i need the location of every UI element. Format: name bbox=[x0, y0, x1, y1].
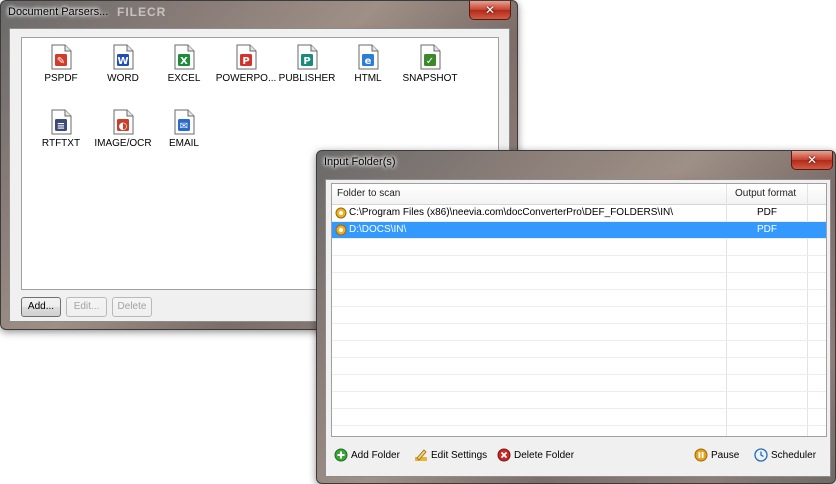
grid-header: Folder to scan Output format bbox=[332, 184, 826, 205]
parser-label: POWERPO... bbox=[215, 73, 277, 84]
empty-row bbox=[332, 358, 826, 375]
email-doc-icon: ✉ bbox=[174, 109, 195, 135]
rtftxt-doc-icon: ≡ bbox=[51, 109, 72, 135]
parser-label: EMAIL bbox=[168, 138, 199, 149]
folder-toolbar: Add Folder Edit Settings Delete Folder P… bbox=[331, 442, 827, 472]
empty-row bbox=[332, 307, 826, 324]
close-button[interactable]: ✕ bbox=[791, 151, 833, 170]
pause-label: Pause bbox=[711, 450, 740, 461]
parser-label: SNAPSHOT bbox=[402, 73, 458, 84]
svg-text:✓: ✓ bbox=[426, 56, 434, 67]
svg-text:≡: ≡ bbox=[57, 121, 65, 132]
powerpoint-doc-icon: P bbox=[236, 44, 257, 70]
parser-item[interactable]: ✓ SNAPSHOT bbox=[397, 44, 463, 84]
folder-row[interactable]: C:\Program Files (x86)\neevia.com\docCon… bbox=[332, 205, 826, 222]
input-folders-window: Input Folder(s) ✕ Folder to scan Output … bbox=[316, 150, 836, 484]
window-title: Document Parsers... bbox=[8, 6, 109, 18]
image-ocr-doc-icon: ◐ bbox=[113, 109, 134, 135]
parser-label: HTML bbox=[354, 73, 382, 84]
window-title: Input Folder(s) bbox=[324, 156, 396, 168]
parser-label: WORD bbox=[107, 73, 139, 84]
add-button[interactable]: Add... bbox=[21, 297, 61, 317]
close-button[interactable]: ✕ bbox=[469, 1, 511, 20]
parser-item[interactable]: P POWERPO... bbox=[213, 44, 279, 84]
folder-path: D:\DOCS\IN\ bbox=[349, 224, 407, 235]
parser-item[interactable]: ≡ RTFTXT bbox=[28, 109, 94, 149]
empty-row bbox=[332, 409, 826, 426]
snapshot-doc-icon: ✓ bbox=[420, 44, 441, 70]
parser-item[interactable]: W WORD bbox=[90, 44, 156, 84]
folder-path: C:\Program Files (x86)\neevia.com\docCon… bbox=[349, 207, 673, 218]
edit-pencil-icon bbox=[415, 449, 427, 461]
add-folder-label: Add Folder bbox=[351, 450, 400, 461]
folder-status-icon bbox=[335, 207, 347, 219]
parser-label: PSPDF bbox=[44, 73, 78, 84]
add-icon bbox=[334, 448, 348, 462]
publisher-doc-icon: P bbox=[297, 44, 318, 70]
svg-text:✉: ✉ bbox=[180, 121, 188, 132]
svg-text:✎: ✎ bbox=[57, 56, 65, 67]
empty-row bbox=[332, 273, 826, 290]
excel-doc-icon: X bbox=[174, 44, 195, 70]
parser-item[interactable]: P PUBLISHER bbox=[274, 44, 340, 84]
html-doc-icon: e bbox=[358, 44, 379, 70]
parser-item[interactable]: ✎ PSPDF bbox=[28, 44, 94, 84]
parser-item[interactable]: e HTML bbox=[335, 44, 401, 84]
svg-text:◐: ◐ bbox=[119, 121, 128, 132]
scheduler-clock-icon bbox=[754, 448, 768, 462]
empty-row bbox=[332, 392, 826, 409]
edit-settings-label: Edit Settings bbox=[431, 450, 488, 461]
empty-row bbox=[332, 290, 826, 307]
folder-status-icon bbox=[335, 224, 347, 236]
title-bar[interactable]: Input Folder(s) ✕ bbox=[317, 151, 835, 175]
empty-row bbox=[332, 256, 826, 273]
svg-text:X: X bbox=[180, 56, 188, 67]
delete-folder-label: Delete Folder bbox=[514, 450, 575, 461]
parser-item[interactable]: X EXCEL bbox=[151, 44, 217, 84]
output-format: PDF bbox=[757, 207, 777, 218]
parser-label: PUBLISHER bbox=[278, 73, 336, 84]
svg-text:e: e bbox=[365, 56, 372, 67]
parser-item[interactable]: ✉ EMAIL bbox=[151, 109, 217, 149]
parser-label: IMAGE/OCR bbox=[94, 138, 152, 149]
edit-button[interactable]: Edit... bbox=[66, 297, 107, 317]
column-header-format[interactable]: Output format bbox=[735, 188, 796, 199]
pdf-doc-icon: ✎ bbox=[51, 44, 72, 70]
empty-row bbox=[332, 375, 826, 392]
scheduler-label: Scheduler bbox=[771, 450, 817, 461]
title-bar[interactable]: Document Parsers... FILECR ✕ bbox=[1, 1, 517, 25]
svg-text:P: P bbox=[303, 56, 310, 67]
word-doc-icon: W bbox=[113, 44, 134, 70]
watermark: FILECR bbox=[117, 5, 167, 19]
svg-text:P: P bbox=[242, 56, 249, 67]
empty-row bbox=[332, 324, 826, 341]
folder-grid[interactable]: Folder to scan Output format C:\Program … bbox=[331, 183, 827, 437]
parser-item[interactable]: ◐ IMAGE/OCR bbox=[90, 109, 156, 149]
empty-row bbox=[332, 239, 826, 256]
parser-label: RTFTXT bbox=[41, 138, 81, 149]
column-header-folder[interactable]: Folder to scan bbox=[337, 188, 400, 199]
parser-label: EXCEL bbox=[167, 73, 201, 84]
output-format: PDF bbox=[757, 224, 777, 235]
delete-button[interactable]: Delete bbox=[112, 297, 152, 317]
svg-text:W: W bbox=[117, 56, 128, 67]
folder-row[interactable]: D:\DOCS\IN\ PDF bbox=[332, 222, 826, 239]
pause-icon bbox=[694, 448, 708, 462]
input-client-area: Folder to scan Output format C:\Program … bbox=[325, 179, 831, 477]
delete-icon bbox=[497, 448, 511, 462]
empty-row bbox=[332, 341, 826, 358]
